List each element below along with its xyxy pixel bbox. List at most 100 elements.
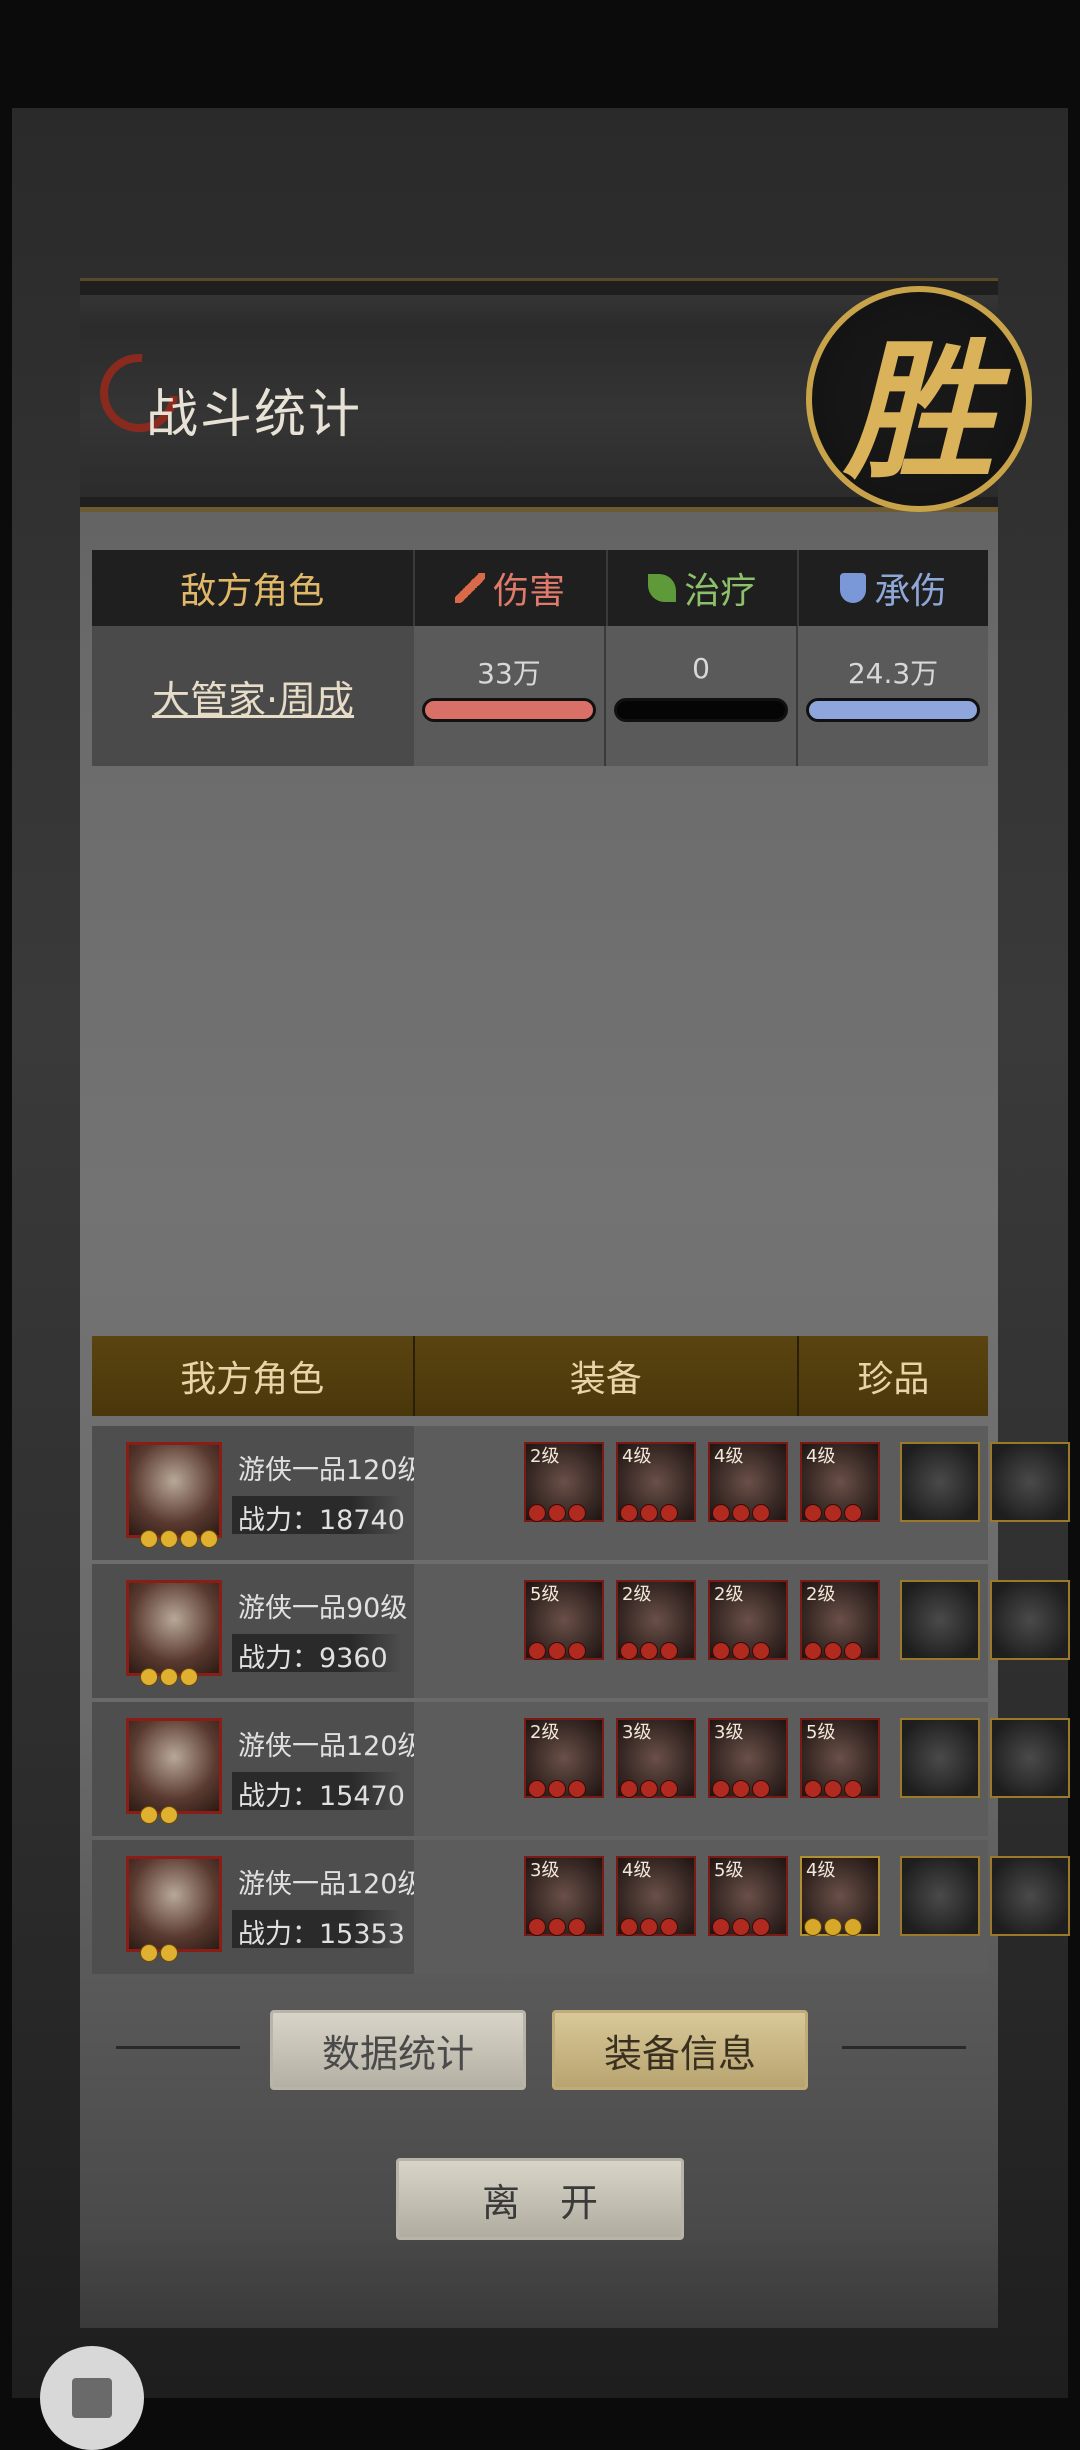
hero-stars: [140, 1944, 178, 1962]
equipment-slot[interactable]: 3级: [524, 1856, 604, 1936]
hero-portrait[interactable]: [126, 1442, 222, 1538]
tank-cell: 24.3万: [798, 626, 988, 766]
quality-dot: [660, 1642, 678, 1660]
equipment-slot[interactable]: 2级: [524, 1442, 604, 1522]
floating-home-button[interactable]: [40, 2346, 144, 2450]
equipment-slot[interactable]: 5级: [800, 1718, 880, 1798]
treasure-slot[interactable]: [990, 1442, 1070, 1522]
victory-seal-text: 胜: [843, 323, 994, 500]
quality-dot: [752, 1780, 770, 1798]
equipment-slot[interactable]: 5级: [524, 1580, 604, 1660]
puzzle-icon: [72, 2378, 112, 2418]
equipment-quality: [712, 1504, 770, 1522]
equipment-slot[interactable]: 4级: [616, 1856, 696, 1936]
hero-portrait[interactable]: [126, 1580, 222, 1676]
ally-gear-cell: 2级 4级 4级 4级: [414, 1426, 1070, 1560]
tank-header: 承伤: [799, 550, 988, 626]
treasure-slot[interactable]: [900, 1442, 980, 1522]
damage-cell: 33万: [414, 626, 606, 766]
equipment-quality: [804, 1504, 862, 1522]
quality-dot: [640, 1642, 658, 1660]
treasure-slot[interactable]: [990, 1856, 1070, 1936]
hero-power: 战力：18740: [238, 1498, 405, 1537]
quality-dot: [620, 1642, 638, 1660]
equipment-slot[interactable]: 4级: [800, 1856, 880, 1936]
equipment-slot[interactable]: 3级: [708, 1718, 788, 1798]
star-icon: [180, 1668, 198, 1686]
quality-dot: [640, 1780, 658, 1798]
quality-dot: [752, 1504, 770, 1522]
equipment-slot[interactable]: 3级: [616, 1718, 696, 1798]
heal-cell: 0: [606, 626, 798, 766]
quality-dot: [824, 1780, 842, 1798]
quality-dot: [712, 1504, 730, 1522]
equipment-slot[interactable]: 5级: [708, 1856, 788, 1936]
quality-dot: [732, 1918, 750, 1936]
treasure-slot[interactable]: [990, 1718, 1070, 1798]
quality-dot: [568, 1504, 586, 1522]
quality-dot: [804, 1918, 822, 1936]
equipment-level: 2级: [530, 1722, 560, 1743]
ally-row: 游侠一品120级 战力：15353 3级 4级 5级 4级: [92, 1840, 1070, 1974]
hero-portrait[interactable]: [126, 1718, 222, 1814]
quality-dot: [568, 1642, 586, 1660]
star-icon: [160, 1668, 178, 1686]
treasure-slot[interactable]: [900, 1856, 980, 1936]
leaf-icon: [648, 574, 677, 602]
damage-header: 伤害: [415, 550, 608, 626]
equipment-slot[interactable]: 4级: [708, 1442, 788, 1522]
equipment-level: 4级: [622, 1446, 652, 1467]
equipment-slot[interactable]: 2级: [524, 1718, 604, 1798]
quality-dot: [804, 1642, 822, 1660]
quality-dot: [640, 1504, 658, 1522]
ally-row: 游侠一品90级 战力：9360 5级 2级 2级 2级: [92, 1564, 1070, 1698]
hero-portrait[interactable]: [126, 1856, 222, 1952]
heal-bar: [614, 698, 788, 722]
ally-gear-cell: 3级 4级 5级 4级: [414, 1840, 1070, 1974]
power-label: 战力：: [238, 1643, 319, 1674]
quality-dot: [732, 1780, 750, 1798]
quality-dot: [660, 1780, 678, 1798]
hero-rank: 游侠一品120级: [238, 1869, 425, 1900]
quality-dot: [844, 1504, 862, 1522]
quality-dot: [620, 1780, 638, 1798]
quality-dot: [844, 1642, 862, 1660]
star-icon: [160, 1944, 178, 1962]
leave-button[interactable]: 离开: [396, 2158, 684, 2240]
equipment-slot[interactable]: 4级: [800, 1442, 880, 1522]
equipment-quality: [528, 1780, 586, 1798]
star-icon: [140, 1668, 158, 1686]
quality-dot: [824, 1918, 842, 1936]
hero-rank: 游侠一品120级: [238, 1455, 425, 1486]
equipment-slot[interactable]: 2级: [800, 1580, 880, 1660]
equipment-level: 4级: [806, 1860, 836, 1881]
enemy-name-link[interactable]: 大管家·周成: [92, 626, 414, 766]
equipment-slot[interactable]: 2级: [708, 1580, 788, 1660]
hero-power: 战力：15470: [238, 1774, 405, 1813]
treasure-slot[interactable]: [900, 1718, 980, 1798]
equip-header: 装备: [415, 1336, 799, 1416]
quality-dot: [660, 1918, 678, 1936]
data-stats-button[interactable]: 数据统计: [270, 2010, 526, 2090]
equip-info-button[interactable]: 装备信息: [552, 2010, 808, 2090]
equipment-slot[interactable]: 4级: [616, 1442, 696, 1522]
star-icon: [140, 1944, 158, 1962]
star-icon: [160, 1530, 178, 1548]
treasure-slot[interactable]: [990, 1580, 1070, 1660]
power-label: 战力：: [238, 1781, 319, 1812]
ally-table-header: 我方角色 装备 珍品: [92, 1336, 988, 1416]
equipment-level: 5级: [530, 1584, 560, 1605]
quality-dot: [548, 1780, 566, 1798]
equipment-level: 3级: [622, 1722, 652, 1743]
hero-stars: [140, 1668, 198, 1686]
quality-dot: [844, 1780, 862, 1798]
equipment-quality: [712, 1642, 770, 1660]
treasure-slot[interactable]: [900, 1580, 980, 1660]
heal-value: 0: [692, 652, 710, 685]
equipment-slot[interactable]: 2级: [616, 1580, 696, 1660]
quality-dot: [824, 1642, 842, 1660]
ally-info-cell: 游侠一品120级 战力：18740: [92, 1426, 425, 1560]
ally-gear-cell: 2级 3级 3级 5级: [414, 1702, 1070, 1836]
star-icon: [160, 1806, 178, 1824]
equipment-level: 2级: [530, 1446, 560, 1467]
